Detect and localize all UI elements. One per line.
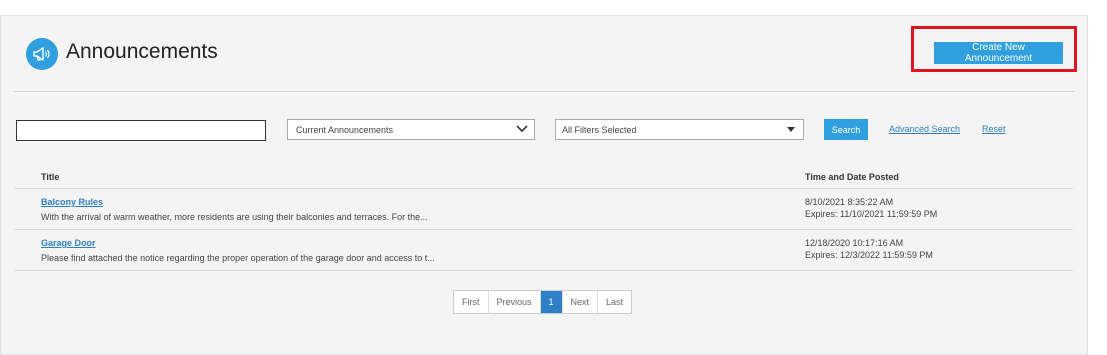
page-title: Announcements bbox=[66, 40, 218, 63]
pagination: First Previous 1 Next Last bbox=[453, 290, 633, 314]
pagination-first[interactable]: First bbox=[454, 291, 489, 313]
filters-select-value: All Filters Selected bbox=[562, 124, 637, 135]
announcement-title-link[interactable]: Garage Door bbox=[41, 238, 96, 248]
column-header-posted: Time and Date Posted bbox=[805, 172, 899, 182]
keyword-search-input[interactable] bbox=[16, 120, 266, 141]
table-divider bbox=[14, 229, 1073, 230]
announcement-expiry-date: Expires: 11/10/2021 11:59:59 PM bbox=[805, 209, 938, 219]
header-divider bbox=[14, 91, 1075, 92]
announcement-posted-date: 8/10/2021 8:35:22 AM bbox=[805, 197, 894, 207]
megaphone-icon bbox=[26, 38, 58, 70]
announcement-status-select[interactable]: Current Announcements bbox=[287, 119, 535, 140]
filters-select[interactable]: All Filters Selected bbox=[555, 119, 804, 140]
advanced-search-link[interactable]: Advanced Search bbox=[889, 124, 960, 134]
announcement-posted-date: 12/18/2020 10:17:16 AM bbox=[805, 238, 904, 248]
pagination-previous[interactable]: Previous bbox=[489, 291, 541, 313]
reset-link[interactable]: Reset bbox=[982, 124, 1006, 134]
announcement-description: With the arrival of warm weather, more r… bbox=[41, 212, 428, 222]
announcement-description: Please find attached the notice regardin… bbox=[41, 253, 435, 263]
chevron-down-icon bbox=[516, 124, 528, 136]
announcement-status-value: Current Announcements bbox=[296, 124, 394, 135]
column-header-title: Title bbox=[41, 172, 60, 182]
announcement-expiry-date: Expires: 12/3/2022 11:59:59 PM bbox=[805, 250, 933, 260]
table-divider bbox=[14, 270, 1073, 271]
caret-down-icon bbox=[787, 127, 795, 132]
pagination-current-page[interactable]: 1 bbox=[540, 291, 563, 313]
search-button[interactable]: Search bbox=[824, 119, 868, 140]
highlight-annotation-box bbox=[911, 26, 1077, 72]
pagination-next[interactable]: Next bbox=[563, 291, 599, 313]
announcement-title-link[interactable]: Balcony Rules bbox=[41, 197, 103, 207]
pagination-last[interactable]: Last bbox=[598, 291, 631, 313]
table-divider bbox=[14, 188, 1073, 189]
